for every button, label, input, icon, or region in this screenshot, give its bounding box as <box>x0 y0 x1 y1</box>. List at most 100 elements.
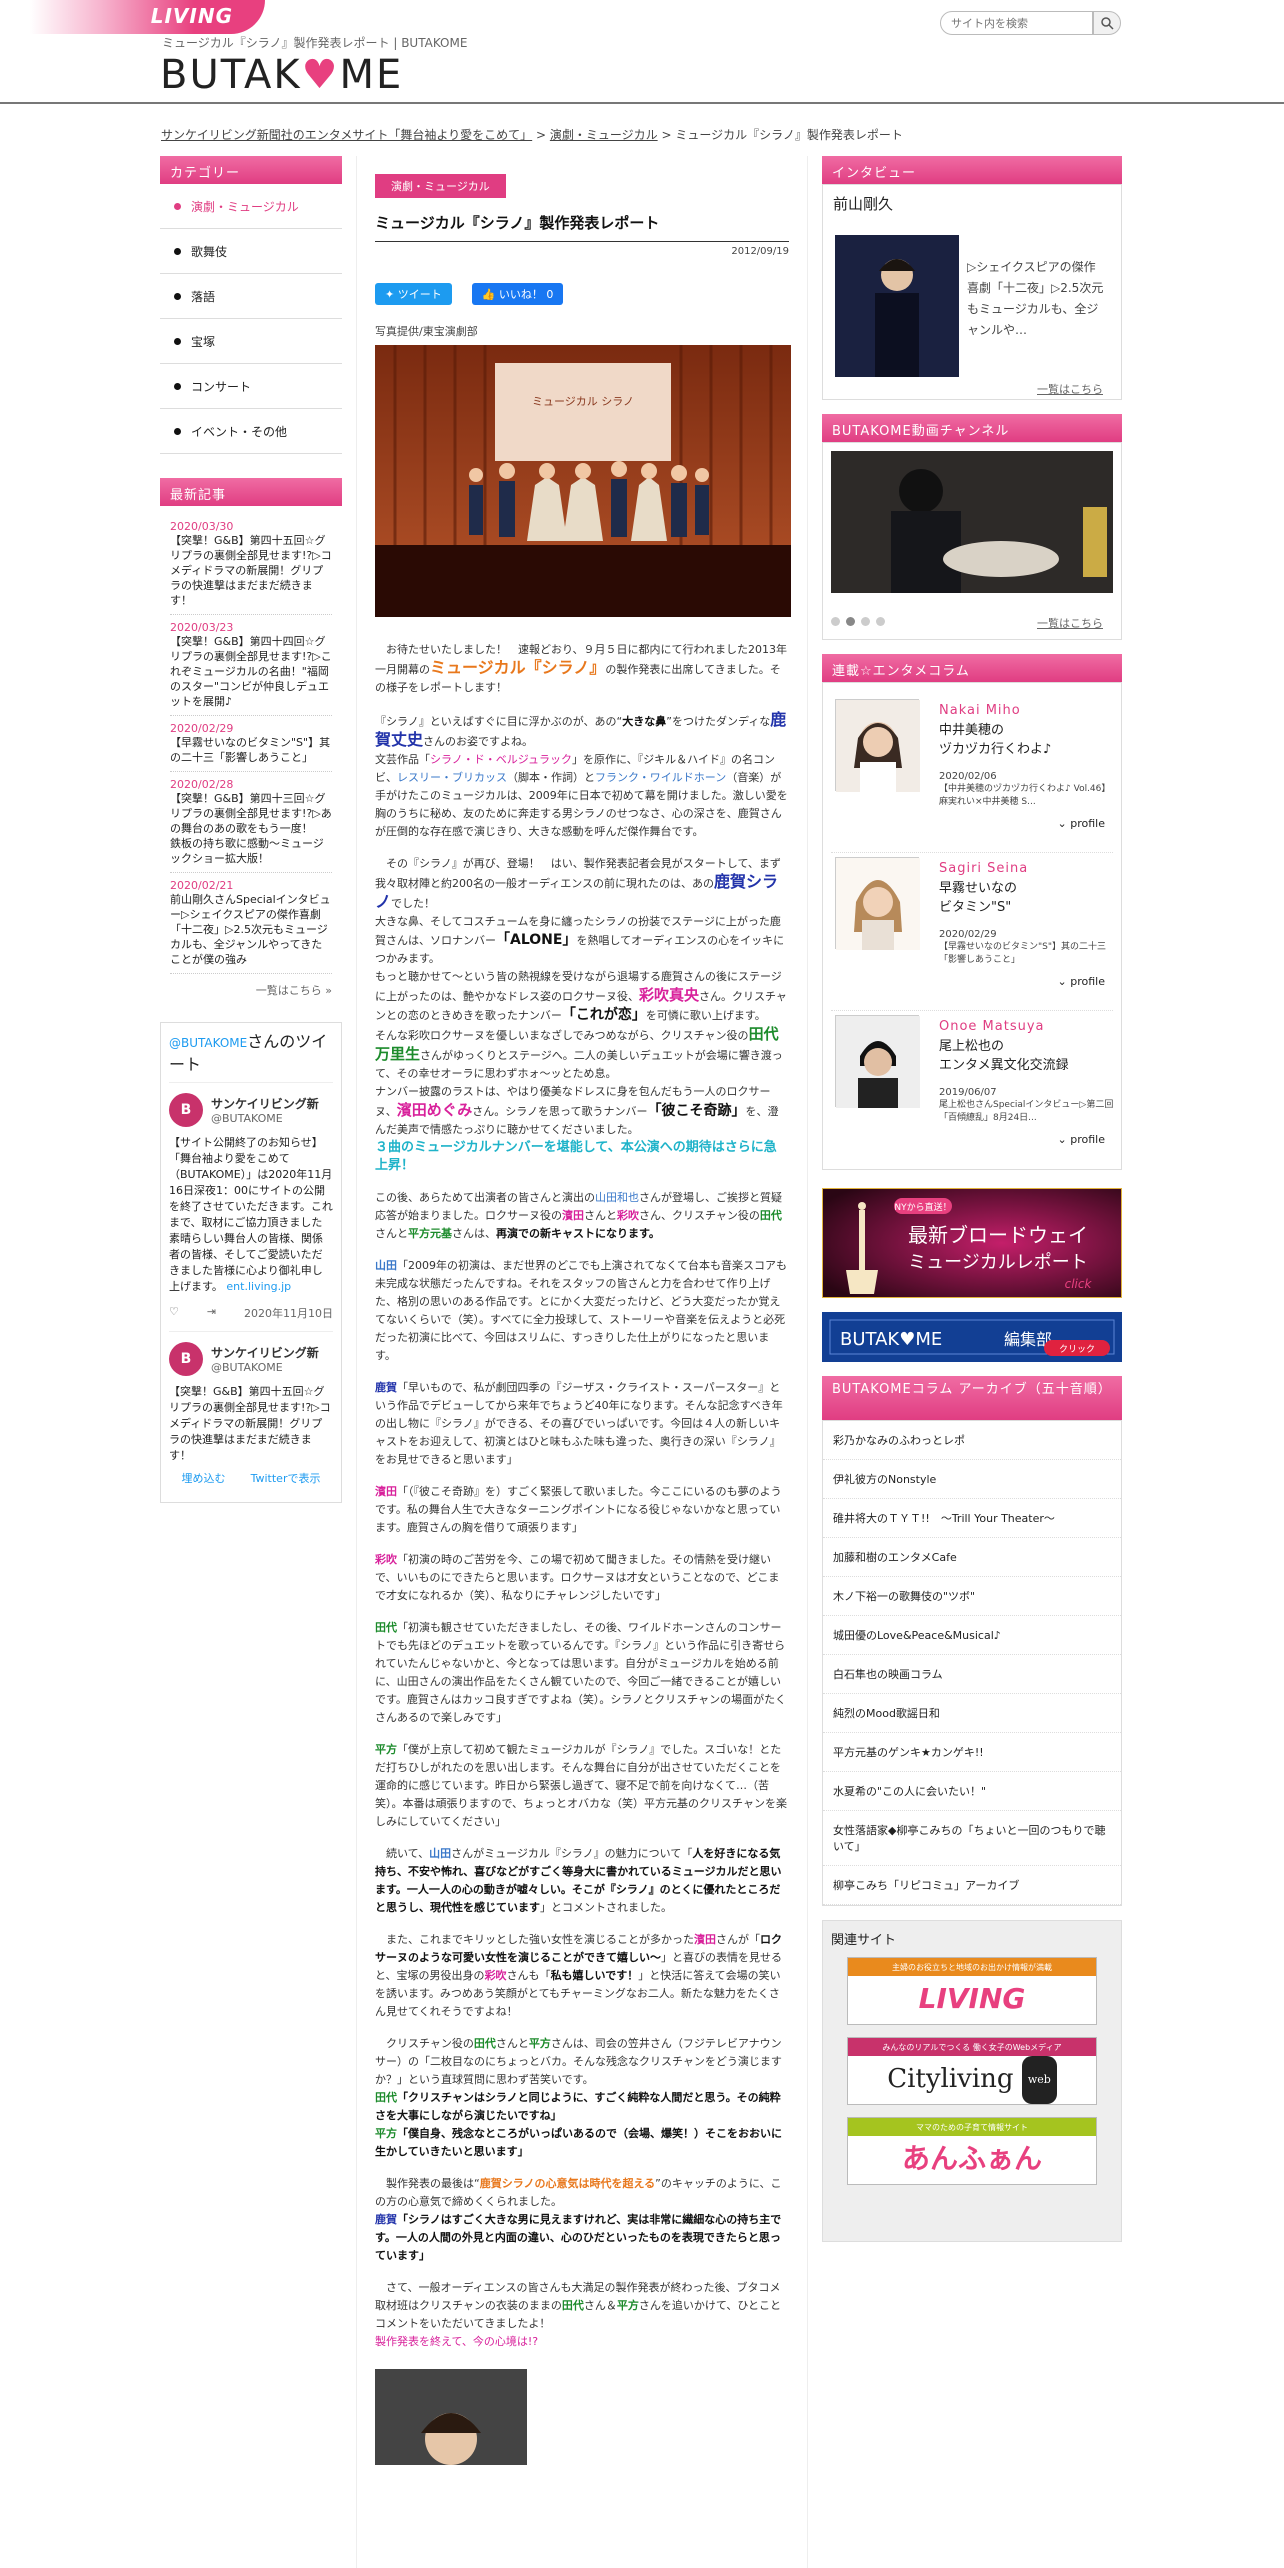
archive-item[interactable]: 碓井将大のＴＹＴ!! ～Trill Your Theater～ <box>823 1499 1121 1538</box>
news-more-link[interactable]: 一覧はこちら » <box>170 974 332 1006</box>
news-date: 2020/03/23 <box>170 621 234 634</box>
person-name: 彩吹 <box>617 1209 639 1222</box>
tweet-user[interactable]: B サンケイリビング新 @BUTAKOME <box>169 1093 333 1127</box>
column-item[interactable]: Onoe Matsuya 尾上松也の エンタメ異文化交流録 2019/06/07… <box>831 1011 1113 1169</box>
article-category-badge[interactable]: 演劇・ミュージカル <box>375 174 506 198</box>
news-item[interactable]: 2020/02/21 前山剛久さんSpecialインタビュー▷シェイクスピアの傑作… <box>170 873 332 974</box>
category-rakugo[interactable]: 落語 <box>160 274 342 319</box>
speaker: 彩吹 <box>375 1553 397 1566</box>
brand-right: ME <box>339 52 404 98</box>
archive-item[interactable]: 城田優のLove&Peace&Musical♪ <box>823 1616 1121 1655</box>
quote: 田代「初演も観させていただきましたし、その後、ワイルドホーンさんのコンサートでも… <box>375 1619 789 1727</box>
tweet-date[interactable]: 2020年11月10日 <box>244 1305 333 1321</box>
archive-heading: BUTAKOMEコラム アーカイブ（五十音順） <box>822 1376 1122 1420</box>
profile-label: profile <box>1070 817 1105 830</box>
quote-text: 「僕が上京して初めて観たミュージカルが『シラノ』でした。スゴいな！とただ打ちひし… <box>375 1743 787 1828</box>
news-item[interactable]: 2020/02/28 【突撃！G&B】第四十三回☆グリプラの裏側全部見せます!?▷… <box>170 772 332 873</box>
twitter-title-handle[interactable]: @BUTAKOME <box>169 1036 247 1050</box>
category-event[interactable]: イベント・その他 <box>160 409 342 454</box>
article-body: お待たせいたしました！ 速報どおり、９月５日に都内にて行われました2013年一月… <box>375 641 789 2351</box>
article-date: 2012/09/19 <box>731 246 789 257</box>
tweet-user-name: サンケイリビング新 <box>211 1346 319 1360</box>
category-label: 宝塚 <box>191 334 216 349</box>
category-kabuki[interactable]: 歌舞伎 <box>160 229 342 274</box>
profile-link[interactable]: ⌄ profile <box>1058 1133 1105 1146</box>
carousel-dot[interactable] <box>831 617 840 626</box>
archive-item[interactable]: 伊礼彼方のNonstyle <box>823 1460 1121 1499</box>
category-concert[interactable]: コンサート <box>160 364 342 409</box>
share-icon[interactable]: ⇥ <box>207 1305 216 1321</box>
quote: 濱田「（『彼こそ奇跡』を）すごく緊張して歌いました。今ここにいるのも夢のようです… <box>375 1483 789 1537</box>
cityliving-banner[interactable]: みんなのリアルでつくる 働く女子のWebメディア Cityliving web <box>847 2037 1097 2105</box>
editorial-banner[interactable]: BUTAK♥ME 編集部 クリック <box>822 1312 1122 1362</box>
tweet-user-handle: @BUTAKOME <box>211 1112 283 1125</box>
archive-item[interactable]: 加藤和樹のエンタメCafe <box>823 1538 1121 1577</box>
archive-item[interactable]: 白石隼也の映画コラム <box>823 1655 1121 1694</box>
profile-label: profile <box>1070 1133 1105 1146</box>
archive-item[interactable]: 彩乃かなみのふわっとレポ <box>823 1421 1121 1460</box>
breadcrumb-home[interactable]: サンケイリビング新聞社のエンタメサイト「舞台袖より愛をこめて」 <box>161 128 532 142</box>
archive-item[interactable]: 木ノ下裕一の歌舞伎の"ツボ" <box>823 1577 1121 1616</box>
breadcrumb-category[interactable]: 演劇・ミュージカル <box>550 128 658 142</box>
carousel-dot[interactable] <box>861 617 870 626</box>
anfan-banner[interactable]: ママのための子育て情報サイト あんふぁん <box>847 2117 1097 2185</box>
twitter-widget: @BUTAKOMEさんのツイート B サンケイリビング新 @BUTAKOME 【サ… <box>160 1022 342 1503</box>
carousel-dot[interactable] <box>846 617 855 626</box>
broadway-banner[interactable]: NYから直送！ 最新ブロードウェイ ミュージカルレポート click <box>822 1188 1122 1298</box>
profile-link[interactable]: ⌄ profile <box>1058 975 1105 988</box>
living-logo[interactable]: LIVING <box>30 0 265 34</box>
video-thumbnail[interactable] <box>831 451 1113 593</box>
view-on-twitter-link[interactable]: Twitterで表示 <box>251 1470 321 1486</box>
column-item[interactable]: Sagiri Seina 早霧せいなの ビタミン"S" 2020/02/29 【… <box>831 853 1113 1011</box>
news-item[interactable]: 2020/03/23 【突撃！G&B】第四十四回☆グリプラの裏側全部見せます!?▷… <box>170 615 332 716</box>
person-name: 田代 <box>473 2037 496 2050</box>
archive-item[interactable]: 女性落語家◆柳亭こみちの「ちょいと一回のつもりで聴いて」 <box>823 1811 1121 1866</box>
news-date: 2020/02/21 <box>170 879 234 892</box>
person-name: 田代 <box>561 2299 584 2312</box>
bullet-icon <box>174 247 181 255</box>
article-photo: ミュージカル シラノ <box>375 345 791 617</box>
interview-card[interactable]: 前山剛久 ▷シェイクスピアの傑作喜劇「十二夜」▷2.5次元もミュージカルも、全ジ… <box>822 184 1122 400</box>
column-desc: 尾上松也さんSpecialインタビュー▷第二回「百傾繚乱」8月24日... <box>939 1100 1114 1123</box>
paragraph: さて、一般オーディエンスの皆さんも大満足の製作発表が終わった後、ブタコメ取材班は… <box>375 2279 789 2351</box>
twitter-footer: 埋め込む Twitterで表示 <box>169 1462 333 1494</box>
text: さんは、 <box>452 1227 496 1240</box>
column-item[interactable]: Nakai Miho 中井美穂の ヅカヅカ行くわよ♪ 2020/02/06 【中… <box>831 695 1113 853</box>
editorial-click: クリック <box>1059 1344 1095 1355</box>
news-item[interactable]: 2020/02/29 【早霧せいなのビタミン"S"】其の二十三「影響しあうこと」 <box>170 716 332 772</box>
heart-outline-icon[interactable]: ♡ <box>169 1305 179 1321</box>
news-item[interactable]: 2020/03/30 【突撃！G&B】第四十五回☆グリプラの裏側全部見せます!?▷… <box>170 514 332 615</box>
archive-item[interactable]: 水夏希の"この人に会いたい！" <box>823 1772 1121 1811</box>
search-input[interactable] <box>940 11 1093 35</box>
video-image <box>831 451 1113 593</box>
living-banner[interactable]: 主婦のお役立ちと地域のお出かけ情報が満載 LIVING <box>847 1957 1097 2025</box>
category-takarazuka[interactable]: 宝塚 <box>160 319 342 364</box>
archive-item[interactable]: 純烈のMood歌謡日和 <box>823 1694 1121 1733</box>
column-list: Nakai Miho 中井美穂の ヅカヅカ行くわよ♪ 2020/02/06 【中… <box>822 682 1122 1170</box>
cityliving-web-badge: web <box>1021 2056 1057 2104</box>
archive-item[interactable]: 柳亭こみち「リピコミュ」アーカイブ <box>823 1866 1121 1905</box>
interview-more-link[interactable]: 一覧はこちら <box>1037 381 1103 397</box>
profile-link[interactable]: ⌄ profile <box>1058 817 1105 830</box>
highlight-text: ３曲のミュージカルナンバーを堪能して、本公演への期待はさらに急上昇！ <box>375 1140 777 1173</box>
video-more-link[interactable]: 一覧はこちら <box>1037 615 1103 631</box>
archive-item[interactable]: 平方元基のゲンキ★カンゲキ!! <box>823 1733 1121 1772</box>
carousel-dot[interactable] <box>876 617 885 626</box>
tweet-button[interactable]: ✦ ツイート <box>375 283 452 305</box>
tweet-text: 【突撃！G&B】第四十五回☆グリプラの裏側全部見せます!?▷コメディドラマの新展… <box>169 1385 331 1462</box>
butakome-logo[interactable]: BUTAK♥ME <box>160 52 403 98</box>
embed-link[interactable]: 埋め込む <box>182 1470 226 1486</box>
column-date: 2020/02/06 <box>939 771 997 782</box>
tweet-user[interactable]: B サンケイリビング新 @BUTAKOME <box>169 1342 333 1376</box>
like-button[interactable]: 👍 いいね！ 0 <box>471 283 564 305</box>
latest-news-heading: 最新記事 <box>160 478 342 506</box>
tweet-link[interactable]: ent.living.jp <box>226 1280 291 1293</box>
text: 文芸作品「 <box>375 753 430 766</box>
latest-news-list: 2020/03/30 【突撃！G&B】第四十五回☆グリプラの裏側全部見せます!?▷… <box>160 506 342 1006</box>
breadcrumb-current: ミュージカル『シラノ』製作発表レポート <box>675 128 903 142</box>
editorial-banner-image: BUTAK♥ME 編集部 クリック <box>822 1312 1122 1362</box>
tweet-meta: ♡ ⇥ 2020年11月10日 <box>169 1305 333 1332</box>
search-button[interactable] <box>1093 11 1121 35</box>
category-theatre[interactable]: 演劇・ミュージカル <box>160 184 342 229</box>
quote-text: 「クリスチャンはシラノと同じように、すごく純粋な人間だと思う。その純粋さを大事に… <box>375 2091 781 2122</box>
